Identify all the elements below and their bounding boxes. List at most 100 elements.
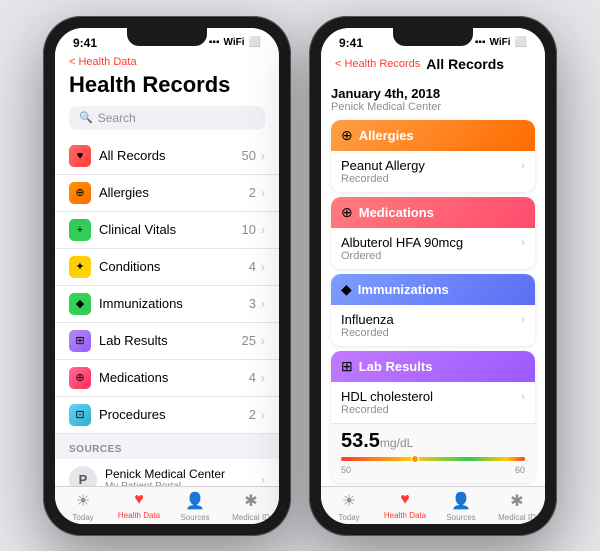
lab-card-header: ⊞ Lab Results (331, 351, 535, 382)
immunizations-item-info: Influenza Recorded (341, 312, 394, 339)
chevron-icon: › (261, 186, 265, 200)
lab-value: 53.5 (341, 430, 380, 452)
tab-sources[interactable]: 👤 Sources (167, 491, 223, 522)
sources-icon: 👤 (185, 491, 205, 511)
signal-icon-2: ▪▪▪ (475, 37, 486, 48)
chevron-icon: › (261, 297, 265, 311)
procedures-icon: ⊡ (69, 404, 91, 426)
list-item-vitals[interactable]: + Clinical Vitals 10 › (55, 212, 279, 249)
list-item-medications[interactable]: ⊕ Medications 4 › (55, 360, 279, 397)
immunizations-card-header: ◆ Immunizations (331, 274, 535, 305)
allergies-item-sub: Recorded (341, 173, 425, 185)
procedures-label: Procedures (99, 407, 249, 422)
list-item-procedures[interactable]: ⊡ Procedures 2 › (55, 397, 279, 434)
tab-today[interactable]: ☀ Today (55, 491, 111, 522)
tab-medical-id-2[interactable]: ✱ Medical ID (489, 491, 545, 522)
source-name-penick: Penick Medical Center (105, 467, 261, 481)
vitals-count: 10 (242, 222, 256, 237)
medications-card-label: Medications (359, 205, 434, 220)
lab-item: HDL cholesterol Recorded › (341, 389, 525, 416)
medications-count: 4 (249, 370, 256, 385)
medications-card-icon: ⊕ (341, 204, 353, 221)
tab-medical-id-label-2: Medical ID (498, 513, 536, 522)
allergies-label: Allergies (99, 185, 249, 200)
source-avatar-p: P (69, 466, 97, 486)
chevron-icon: › (521, 389, 525, 403)
medications-item-name: Albuterol HFA 90mcg (341, 235, 463, 250)
medications-icon: ⊕ (69, 367, 91, 389)
lab-card-icon: ⊞ (341, 358, 353, 375)
signal-icon: ▪▪▪ (209, 37, 220, 48)
screen2-back[interactable]: < Health Records (335, 58, 420, 70)
hospital-text: Penick Medical Center (331, 101, 535, 113)
immunizations-label: Immunizations (99, 296, 249, 311)
tab-today-label: Today (72, 513, 93, 522)
lab-value-row: 53.5mg/dL (341, 430, 525, 453)
tab-medical-id[interactable]: ✱ Medical ID (223, 491, 279, 522)
health-records-list: ♥ All Records 50 › ⊕ Allergies 2 › + Cli… (55, 138, 279, 486)
health-data-icon-2: ♥ (400, 491, 410, 509)
procedures-count: 2 (249, 407, 256, 422)
status-icons-2: ▪▪▪ WiFi ⬜ (475, 37, 527, 48)
today-icon: ☀ (76, 491, 90, 511)
allergies-card-header: ⊕ Allergies (331, 120, 535, 151)
immunizations-card-icon: ◆ (341, 281, 352, 298)
chevron-icon: › (521, 235, 525, 249)
allergies-count: 2 (249, 185, 256, 200)
all-records-count: 50 (242, 148, 256, 163)
search-bar[interactable]: 🔍 Search (69, 106, 265, 130)
allergies-card[interactable]: ⊕ Allergies Peanut Allergy Recorded › (331, 120, 535, 192)
lab-item-name: HDL cholesterol (341, 389, 433, 404)
wifi-icon-2: WiFi (490, 37, 511, 48)
immunizations-card[interactable]: ◆ Immunizations Influenza Recorded › (331, 274, 535, 346)
immunizations-item: Influenza Recorded › (341, 312, 525, 339)
range-labels: 50 60 (341, 465, 525, 475)
medications-item: Albuterol HFA 90mcg Ordered › (341, 235, 525, 262)
immunizations-card-label: Immunizations (358, 282, 449, 297)
chevron-icon: › (521, 158, 525, 172)
chevron-icon: › (261, 334, 265, 348)
conditions-count: 4 (249, 259, 256, 274)
list-item-allergies[interactable]: ⊕ Allergies 2 › (55, 175, 279, 212)
medical-id-icon: ✱ (244, 491, 257, 511)
tab-sources-2[interactable]: 👤 Sources (433, 491, 489, 522)
tab-health-data-2[interactable]: ♥ Health Data (377, 491, 433, 522)
medications-card[interactable]: ⊕ Medications Albuterol HFA 90mcg Ordere… (331, 197, 535, 269)
lab-chart: 53.5mg/dL 50 60 (331, 423, 535, 483)
allergies-card-label: Allergies (359, 128, 414, 143)
list-item-all-records[interactable]: ♥ All Records 50 › (55, 138, 279, 175)
range-max: 60 (515, 465, 525, 475)
range-bar (341, 457, 525, 461)
lab-card-label: Lab Results (359, 359, 433, 374)
chevron-icon: › (261, 371, 265, 385)
nav-back-1[interactable]: < Health Data (55, 54, 279, 70)
tab-sources-label-2: Sources (446, 513, 475, 522)
lab-item-info: HDL cholesterol Recorded (341, 389, 433, 416)
sources-icon-2: 👤 (451, 491, 471, 511)
date-header: January 4th, 2018 Penick Medical Center (331, 78, 535, 115)
list-item-immunizations[interactable]: ◆ Immunizations 3 › (55, 286, 279, 323)
page-title-1: Health Records (55, 70, 279, 106)
search-icon: 🔍 (79, 111, 93, 124)
health-data-icon: ♥ (134, 491, 144, 509)
list-item-lab[interactable]: ⊞ Lab Results 25 › (55, 323, 279, 360)
sources-section-header: SOURCES (55, 434, 279, 459)
lab-card[interactable]: ⊞ Lab Results HDL cholesterol Recorded › (331, 351, 535, 483)
source-penick[interactable]: P Penick Medical Center My Patient Porta… (55, 459, 279, 486)
notch (127, 28, 207, 46)
lab-unit: mg/dL (380, 436, 413, 450)
vitals-icon: + (69, 219, 91, 241)
allergies-item: Peanut Allergy Recorded › (341, 158, 525, 185)
notch-2 (393, 28, 473, 46)
tab-today-2[interactable]: ☀ Today (321, 491, 377, 522)
screen-2: 9:41 ▪▪▪ WiFi ⬜ < Health Records All Rec… (321, 28, 545, 524)
chevron-icon: › (261, 473, 265, 486)
tab-health-data[interactable]: ♥ Health Data (111, 491, 167, 522)
list-item-conditions[interactable]: ✦ Conditions 4 › (55, 249, 279, 286)
allergies-card-icon: ⊕ (341, 127, 353, 144)
range-indicator (411, 455, 419, 463)
medications-item-info: Albuterol HFA 90mcg Ordered (341, 235, 463, 262)
records-list: January 4th, 2018 Penick Medical Center … (321, 78, 545, 486)
time-1: 9:41 (73, 36, 97, 50)
vitals-label: Clinical Vitals (99, 222, 242, 237)
